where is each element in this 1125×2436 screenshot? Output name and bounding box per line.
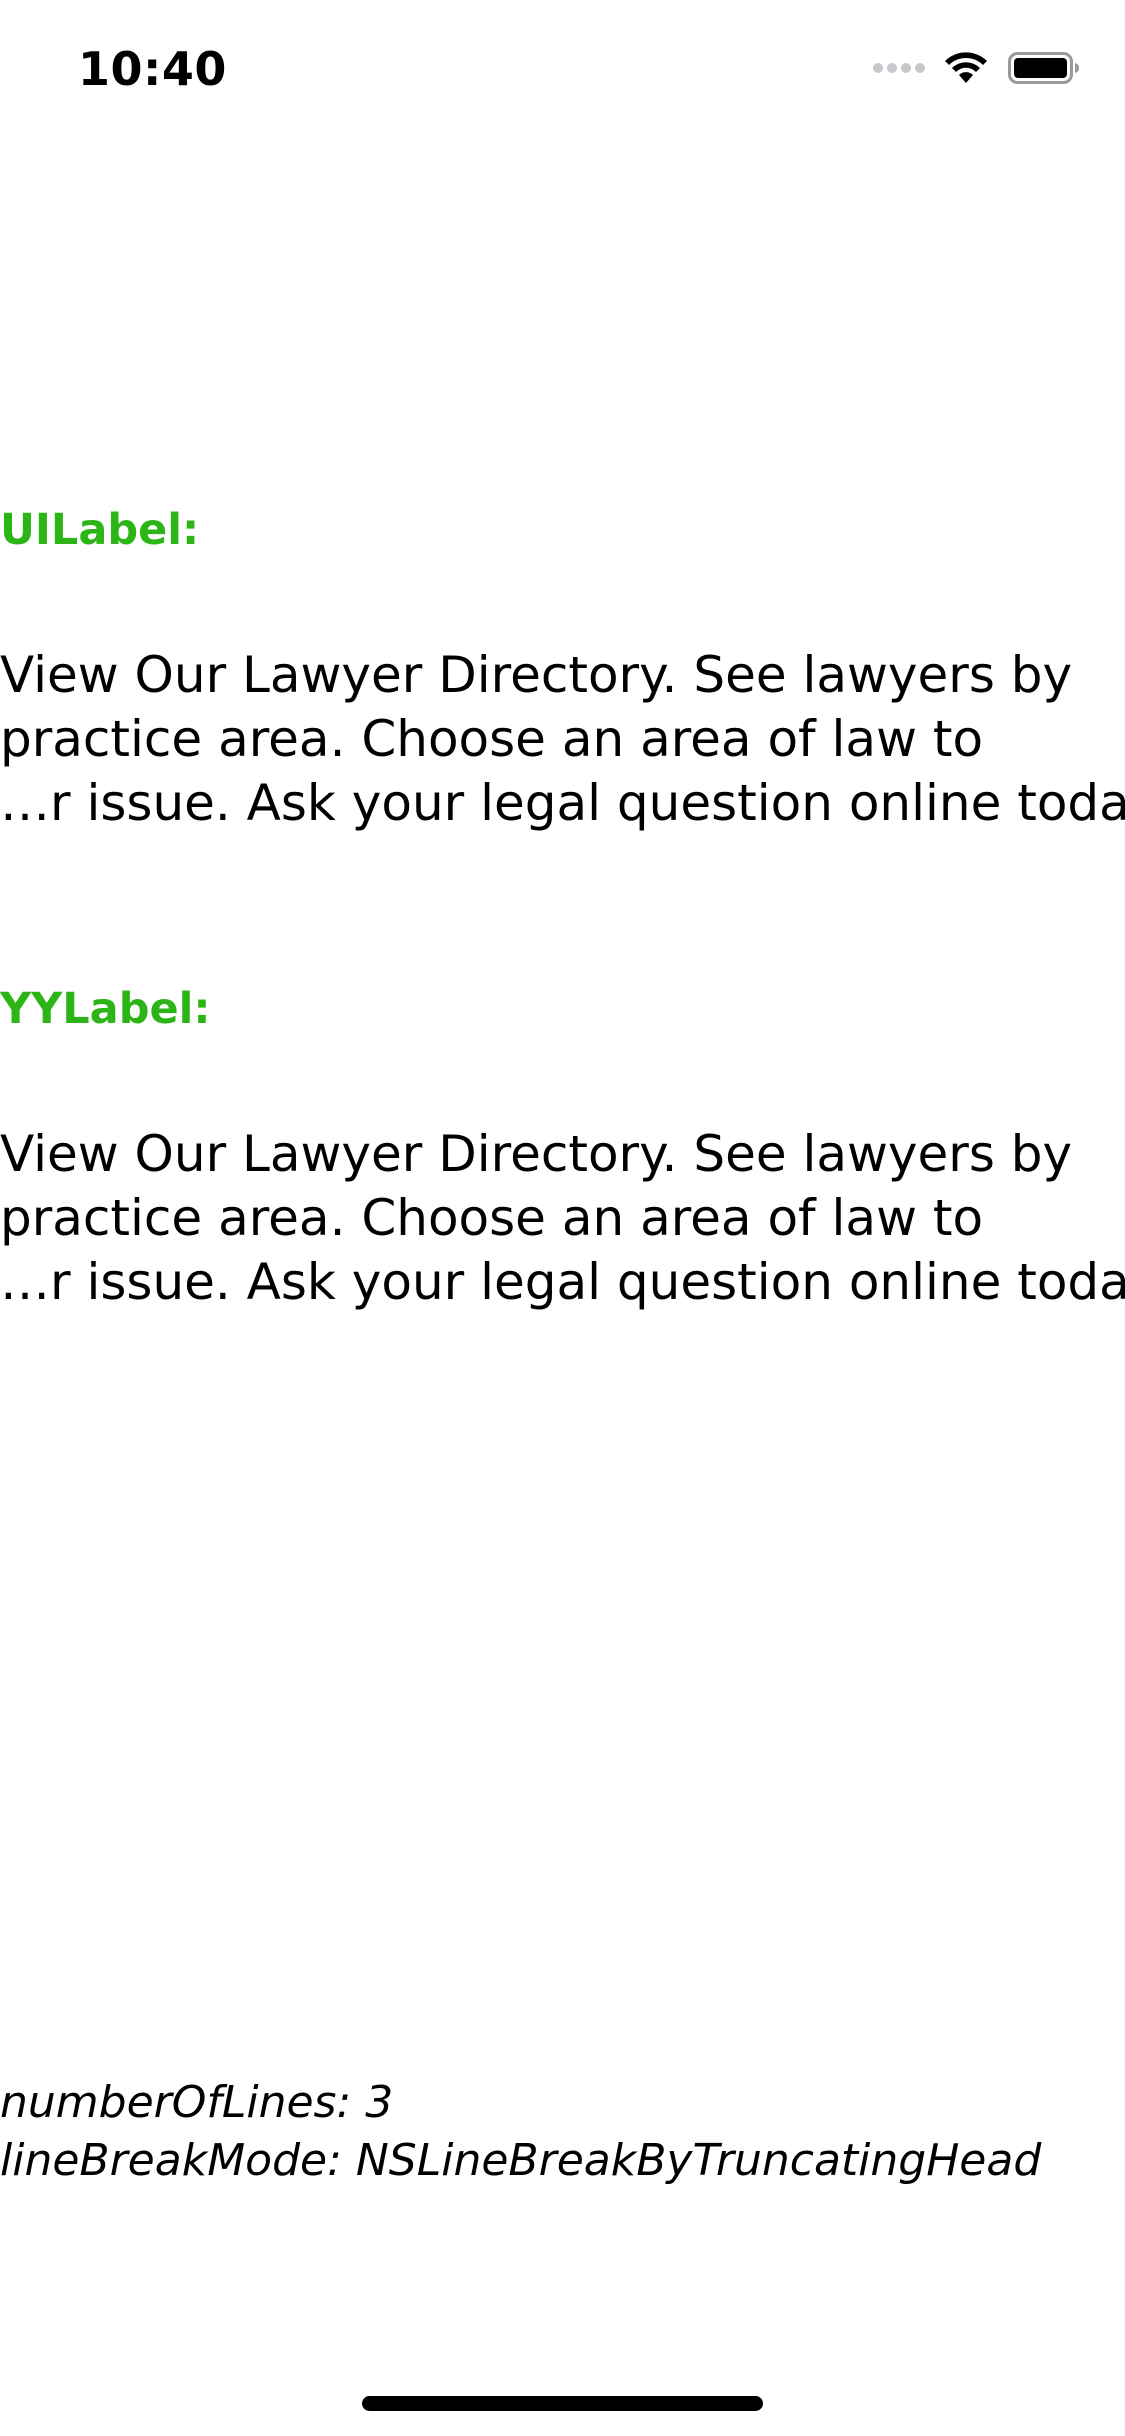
- status-icons: [872, 50, 1080, 86]
- yylabel-line-1: View Our Lawyer Directory. See lawyers b…: [0, 1125, 1073, 1183]
- uilabel-title: UILabel:: [0, 505, 200, 555]
- yylabel-line-2: practice area. Choose an area of law to: [0, 1189, 984, 1247]
- uilabel-line-1: View Our Lawyer Directory. See lawyers b…: [0, 646, 1073, 704]
- status-time: 10:40: [78, 42, 227, 96]
- number-of-lines-text: numberOfLines: 3: [0, 2077, 394, 2128]
- uilabel-line-3: …r issue. Ask your legal question online…: [0, 774, 1125, 832]
- battery-icon: [1008, 52, 1079, 84]
- yylabel-text: View Our Lawyer Directory. See lawyers b…: [0, 1122, 1125, 1314]
- home-indicator[interactable]: [362, 2396, 763, 2411]
- line-break-mode-text: lineBreakMode: NSLineBreakByTruncatingHe…: [0, 2135, 1042, 2186]
- signal-dots-icon: [873, 63, 925, 73]
- settings-info: numberOfLines: 3 lineBreakMode: NSLineBr…: [0, 2074, 1041, 2190]
- yylabel-title: YYLabel:: [0, 984, 211, 1034]
- uilabel-text: View Our Lawyer Directory. See lawyers b…: [0, 643, 1125, 835]
- yylabel-line-3: …r issue. Ask your legal question online…: [0, 1253, 1125, 1311]
- wifi-icon: [945, 52, 987, 83]
- uilabel-line-2: practice area. Choose an area of law to: [0, 710, 984, 768]
- status-bar: 10:40: [0, 0, 1125, 140]
